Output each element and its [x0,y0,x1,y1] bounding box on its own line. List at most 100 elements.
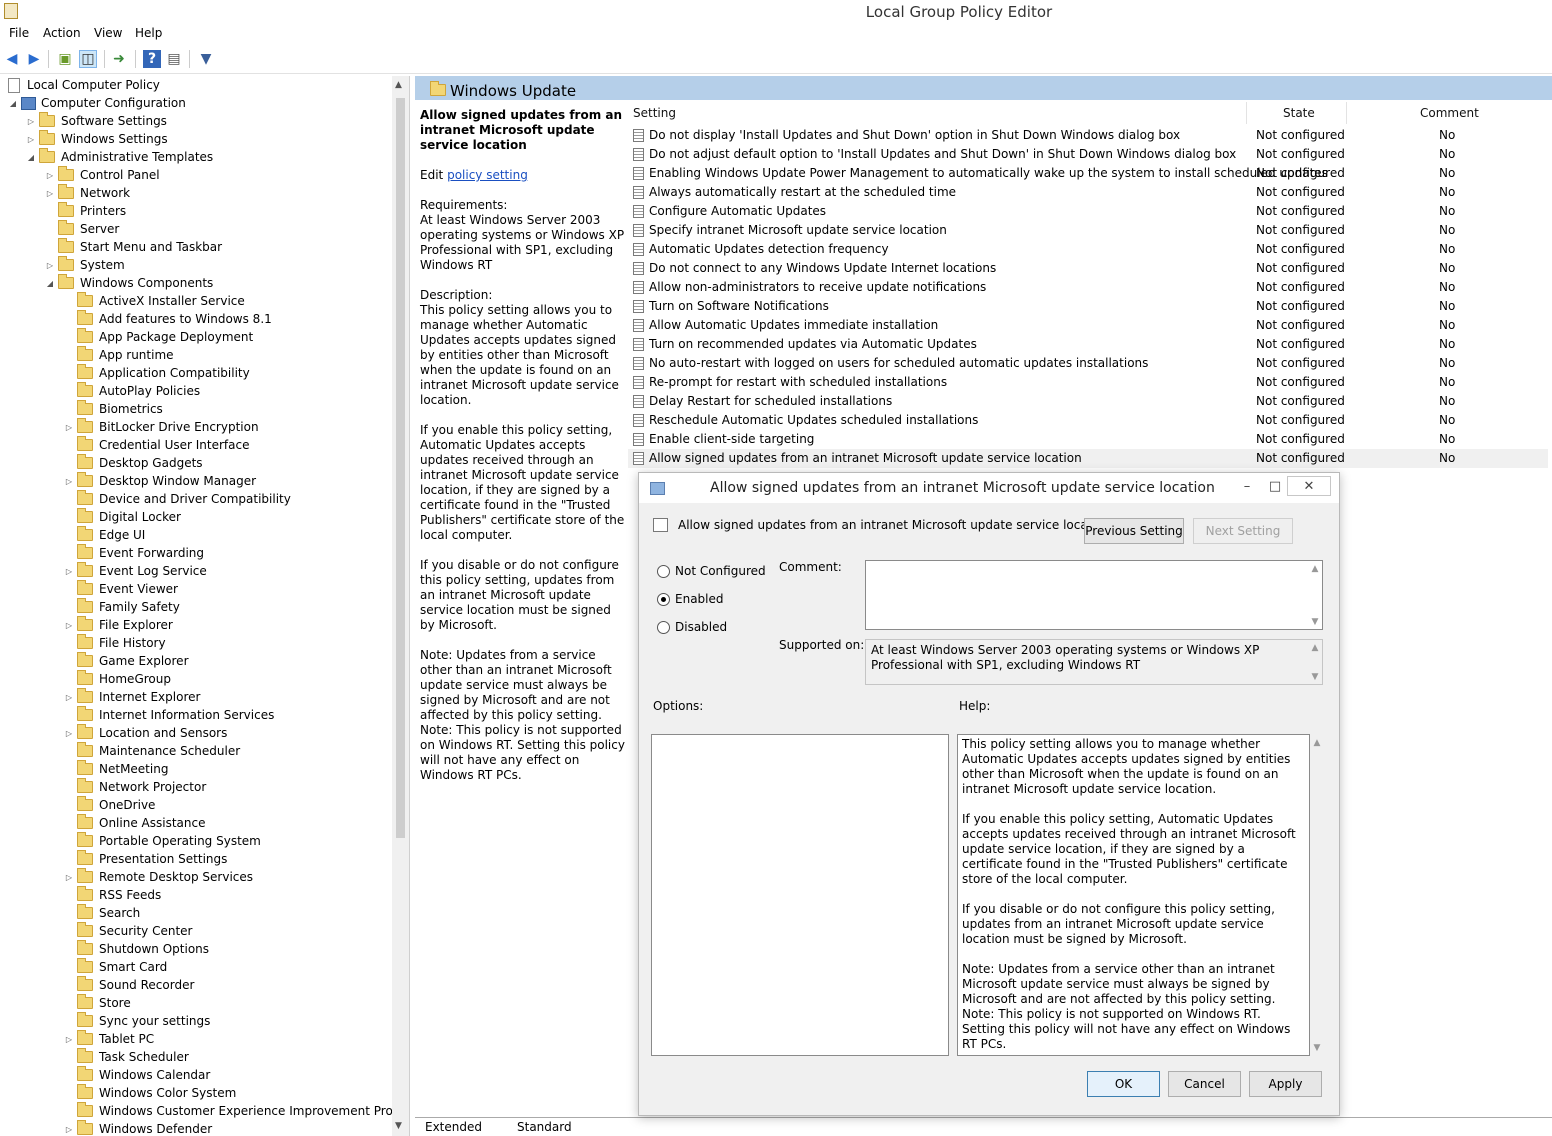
forward-arrow-icon[interactable]: ▶ [25,50,43,68]
back-arrow-icon[interactable]: ◀ [3,50,21,68]
tree-item-component[interactable]: Task Scheduler [64,1048,189,1066]
setting-row[interactable]: No auto-restart with logged on users for… [628,354,1548,373]
tree-item-component[interactable]: ▷ Desktop Window Manager [64,472,256,490]
collapse-arrow-icon[interactable]: ◢ [8,99,18,108]
tree-item-component[interactable]: Security Center [64,922,192,940]
tree-item-component[interactable]: Windows Calendar [64,1066,210,1084]
tree-item-component[interactable]: Sound Recorder [64,976,194,994]
scroll-down-arrow-icon[interactable]: ▼ [1308,672,1322,682]
column-header-setting[interactable]: Setting [633,106,676,120]
setting-row[interactable]: Allow Automatic Updates immediate instal… [628,316,1548,335]
expand-arrow-icon[interactable]: ▷ [64,567,74,576]
menu-help[interactable]: Help [135,26,162,40]
tree-item-component[interactable]: HomeGroup [64,670,171,688]
radio-not-configured[interactable]: Not Configured [657,564,766,578]
tree-item-component[interactable]: ▷ Location and Sensors [64,724,227,742]
close-icon[interactable]: ✕ [1287,476,1331,496]
tree-root[interactable]: Local Computer Policy [4,76,160,94]
tree-item-printers[interactable]: Printers [45,202,126,220]
scroll-up-arrow-icon[interactable]: ▲ [1308,564,1322,574]
tree-item-component[interactable]: Internet Information Services [64,706,274,724]
setting-row[interactable]: Re-prompt for restart with scheduled ins… [628,373,1548,392]
radio-circle-selected[interactable] [657,592,670,606]
tree-item-component[interactable]: File History [64,634,166,652]
setting-row[interactable]: Do not connect to any Windows Update Int… [628,259,1548,278]
tab-standard[interactable]: Standard [517,1120,572,1134]
tree-item-component[interactable]: ▷ File Explorer [64,616,173,634]
tree-item-component[interactable]: Add features to Windows 8.1 [64,310,272,328]
tree-item-component[interactable]: Desktop Gadgets [64,454,203,472]
tree-item-component[interactable]: Shutdown Options [64,940,209,958]
tree-item-windows-settings[interactable]: ▷ Windows Settings [26,130,168,148]
radio-circle[interactable] [657,564,670,578]
scroll-up-arrow-icon[interactable]: ▲ [395,80,402,90]
tree-item-network[interactable]: ▷ Network [45,184,130,202]
apply-button[interactable]: Apply [1249,1071,1322,1097]
up-folder-icon[interactable]: ▣ [56,50,74,68]
expand-arrow-icon[interactable]: ▷ [64,693,74,702]
expand-arrow-icon[interactable]: ▷ [26,135,36,144]
setting-row[interactable]: Enable client-side targeting Not configur… [628,430,1548,449]
tree-item-component[interactable]: App runtime [64,346,174,364]
radio-circle[interactable] [657,620,670,634]
expand-arrow-icon[interactable]: ▷ [64,423,74,432]
setting-row[interactable]: Delay Restart for scheduled installation… [628,392,1548,411]
tree-scrollbar-thumb[interactable] [396,98,405,838]
tab-extended[interactable]: Extended [425,1120,482,1134]
expand-arrow-icon[interactable]: ▷ [64,477,74,486]
tree-item-component[interactable]: Device and Driver Compatibility [64,490,291,508]
tree-item-component[interactable]: Search [64,904,140,922]
tree-item-component[interactable]: ▷ Remote Desktop Services [64,868,253,886]
tree-item-component[interactable]: Presentation Settings [64,850,227,868]
column-header-state[interactable]: State [1283,106,1315,120]
tree-item-component[interactable]: Maintenance Scheduler [64,742,240,760]
tree-item-component[interactable]: ▷ BitLocker Drive Encryption [64,418,259,436]
help-icon[interactable]: ? [143,50,161,68]
menu-view[interactable]: View [94,26,122,40]
tree-item-component[interactable]: Biometrics [64,400,163,418]
filter-icon[interactable]: ▼ [197,50,215,68]
export-list-icon[interactable]: ➜ [110,50,128,68]
setting-row[interactable]: Allow non-administrators to receive upda… [628,278,1548,297]
setting-row[interactable]: Automatic Updates detection frequency Not… [628,240,1548,259]
setting-row[interactable]: Turn on recommended updates via Automati… [628,335,1548,354]
tree-item-administrative-templates[interactable]: ◢ Administrative Templates [26,148,213,166]
tree-item-component[interactable]: Credential User Interface [64,436,249,454]
tree-item-component[interactable]: Store [64,994,131,1012]
cancel-button[interactable]: Cancel [1168,1071,1241,1097]
collapse-arrow-icon[interactable]: ◢ [26,153,36,162]
tree-item-start-menu[interactable]: Start Menu and Taskbar [45,238,222,256]
tree-item-component[interactable]: Windows Customer Experience Improvement … [64,1102,409,1120]
expand-arrow-icon[interactable]: ▷ [45,189,55,198]
tree-item-component[interactable]: App Package Deployment [64,328,253,346]
show-hide-tree-icon[interactable]: ◫ [79,50,97,68]
collapse-arrow-icon[interactable]: ◢ [45,279,55,288]
tree-item-server[interactable]: Server [45,220,119,238]
scroll-up-arrow-icon[interactable]: ▲ [1308,643,1322,653]
tree-item-component[interactable]: Edge UI [64,526,145,544]
ok-button[interactable]: OK [1087,1071,1160,1097]
tree-item-component[interactable]: Digital Locker [64,508,181,526]
expand-arrow-icon[interactable]: ▷ [45,171,55,180]
tree-item-windows-components[interactable]: ◢ Windows Components [45,274,213,292]
setting-row[interactable]: Allow signed updates from an intranet Mi… [628,449,1548,468]
tree-item-component[interactable]: Portable Operating System [64,832,261,850]
tree-item-component[interactable]: Smart Card [64,958,167,976]
minimize-icon[interactable]: – [1233,476,1261,496]
tree-item-component[interactable]: NetMeeting [64,760,168,778]
tree-item-component[interactable]: Windows Color System [64,1084,236,1102]
tree-item-component[interactable]: Application Compatibility [64,364,250,382]
tree-item-component[interactable]: AutoPlay Policies [64,382,200,400]
tree-item-component[interactable]: Network Projector [64,778,206,796]
scroll-down-arrow-icon[interactable]: ▼ [1308,617,1322,627]
properties-icon[interactable]: ▤ [165,50,183,68]
tree-item-component[interactable]: Game Explorer [64,652,189,670]
setting-row[interactable]: Reschedule Automatic Updates scheduled i… [628,411,1548,430]
tree-item-component[interactable]: OneDrive [64,796,155,814]
tree-item-component[interactable]: ▷ Internet Explorer [64,688,200,706]
setting-row[interactable]: Always automatically restart at the sche… [628,183,1548,202]
tree-item-component[interactable]: Family Safety [64,598,180,616]
setting-row[interactable]: Do not adjust default option to 'Install… [628,145,1548,164]
tree-item-component[interactable]: Online Assistance [64,814,205,832]
menu-file[interactable]: File [9,26,29,40]
